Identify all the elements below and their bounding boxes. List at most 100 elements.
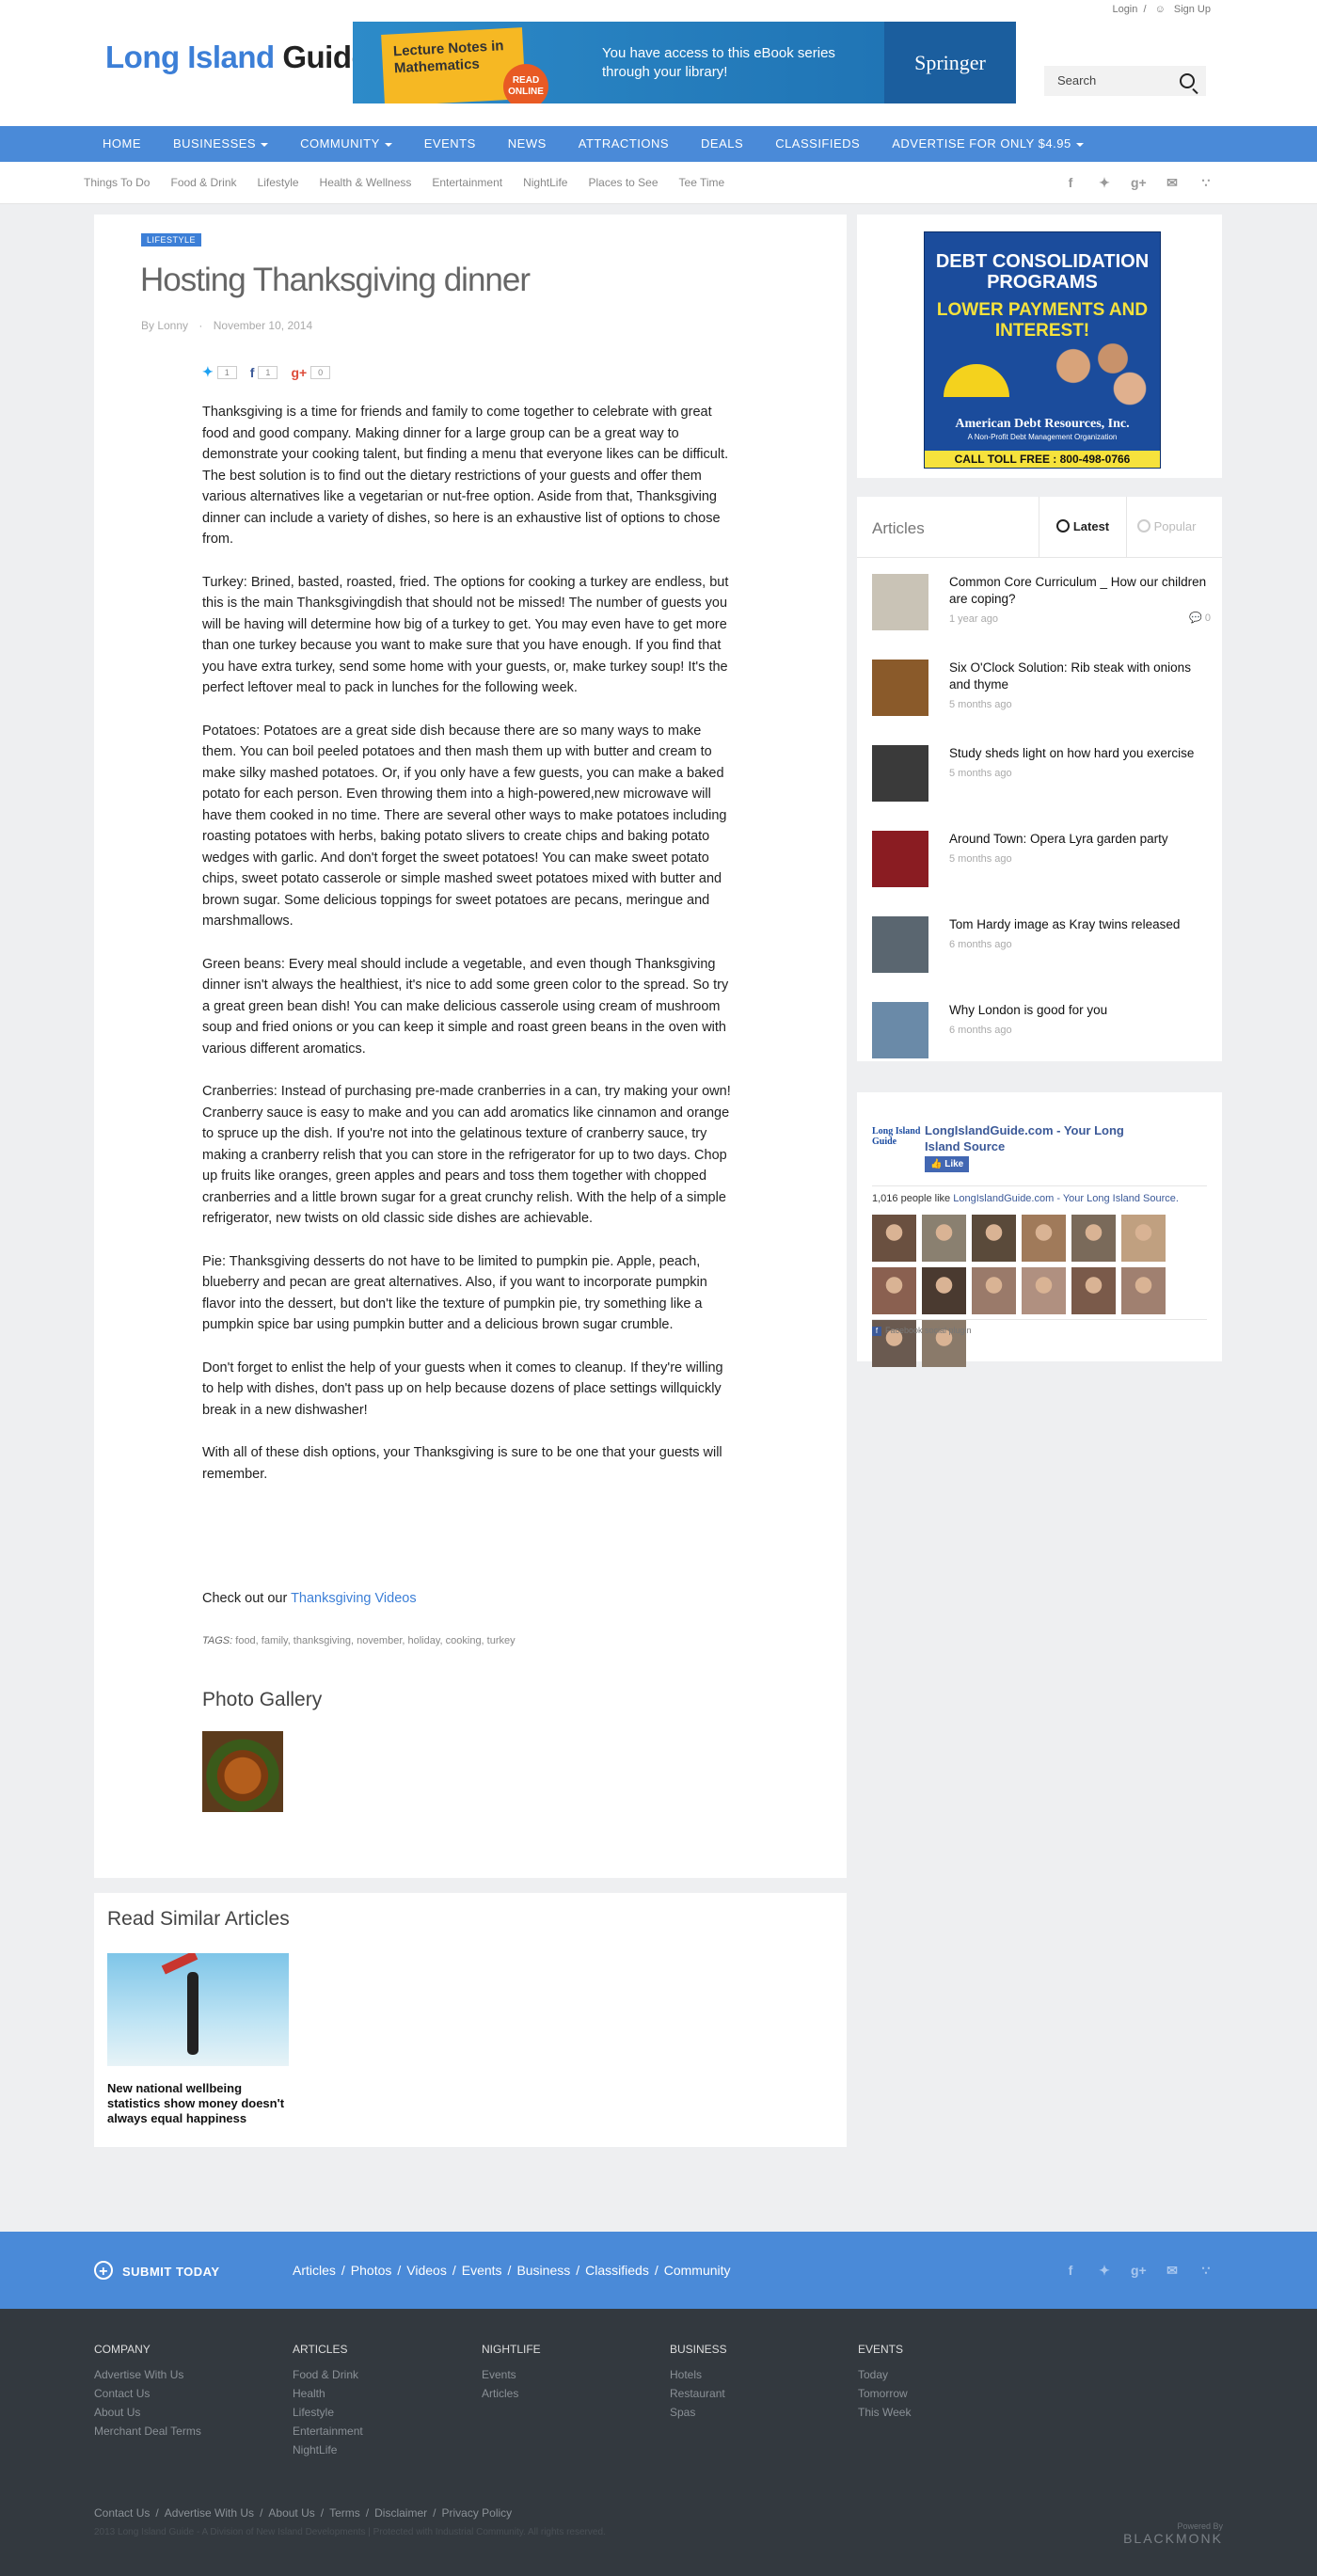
fan-avatar[interactable] [1071,1215,1116,1262]
fan-avatar[interactable] [922,1267,966,1314]
footer-bottom-link[interactable]: Privacy Policy [441,2506,512,2520]
submit-today-button[interactable]: + SUBMIT TODAY [94,2261,220,2280]
search-icon[interactable] [1180,73,1195,88]
footer-link[interactable]: About Us [94,2403,201,2422]
footer-link[interactable]: This Week [858,2403,911,2422]
tab-latest[interactable]: Latest [1039,497,1127,557]
footer-bottom-link[interactable]: About Us [268,2506,314,2520]
article-list-item[interactable]: Common Core Curriculum _ How our childre… [872,574,1211,660]
fan-avatar[interactable] [872,1215,916,1262]
powered-by[interactable]: Powered By BLACKMONK [1123,2521,1223,2546]
tags-list[interactable]: food, family, thanksgiving, november, ho… [235,1635,515,1646]
footer-link[interactable]: Hotels [670,2365,727,2384]
fb-page-name[interactable]: LongIslandGuide.com - Your Long Island S… [925,1122,1141,1154]
article-list-title[interactable]: Why London is good for you [949,1002,1209,1019]
footer-section-link[interactable]: Business [516,2263,570,2278]
footer-section-link[interactable]: Photos [351,2263,392,2278]
article-thumbnail[interactable] [872,831,928,887]
footer-link[interactable]: Contact Us [94,2384,201,2403]
footer-link[interactable]: Restaurant [670,2384,727,2403]
nav-item[interactable]: CLASSIFIEDS [759,126,876,162]
article-list-title[interactable]: Around Town: Opera Lyra garden party [949,831,1209,848]
signup-link[interactable]: ☺ Sign Up [1152,4,1214,15]
footer-link[interactable]: Advertise With Us [94,2365,201,2384]
nav-item[interactable]: BUSINESSES [157,126,284,162]
footer-link[interactable]: NightLife [293,2441,363,2459]
google-share[interactable]: g+ 0 [291,364,331,380]
site-logo[interactable]: Long Island Guide [105,40,369,75]
debt-ad[interactable]: DEBT CONSOLIDATION PROGRAMS LOWER PAYMEN… [924,231,1161,469]
category-nav-item[interactable]: Tee Time [669,162,736,203]
gallery-thumbnail[interactable] [202,1731,283,1812]
footer-link[interactable]: Food & Drink [293,2365,363,2384]
rss-icon[interactable]: ∵ [1198,175,1214,190]
article-list-item[interactable]: Study sheds light on how hard you exerci… [872,745,1211,831]
footer-section-link[interactable]: Videos [406,2263,447,2278]
fan-avatar[interactable] [972,1215,1016,1262]
fan-avatar[interactable] [1071,1267,1116,1314]
twitter-icon[interactable]: ✦ [1097,175,1112,190]
banner-ad[interactable]: Lecture Notes in Mathematics READ ONLINE… [353,22,1016,103]
article-list-item[interactable]: Why London is good for you 6 months ago [872,1002,1211,1088]
nav-item[interactable]: COMMUNITY [284,126,408,162]
category-nav-item[interactable]: Health & Wellness [309,162,422,203]
article-list-item[interactable]: Tom Hardy image as Kray twins released 6 … [872,916,1211,1002]
similar-article-image[interactable] [107,1953,289,2066]
footer-link[interactable]: Articles [482,2384,541,2403]
fb-plugin-label[interactable]: f Facebook social plugin [872,1326,972,1336]
category-nav-item[interactable]: Lifestyle [247,162,309,203]
footer-section-link[interactable]: Classifieds [585,2263,649,2278]
footer-link[interactable]: Tomorrow [858,2384,911,2403]
footer-link[interactable]: Events [482,2365,541,2384]
fb-count-link[interactable]: LongIslandGuide.com - Your Long Island S… [953,1193,1179,1204]
tab-popular[interactable]: Popular [1125,497,1208,557]
fan-avatar[interactable] [1022,1215,1066,1262]
footer-section-link[interactable]: Community [664,2263,731,2278]
article-thumbnail[interactable] [872,745,928,802]
footer-link[interactable]: Merchant Deal Terms [94,2422,201,2441]
article-author[interactable]: By Lonny [141,319,188,332]
fb-like-button[interactable]: 👍 Like [925,1156,970,1172]
footer-link[interactable]: Lifestyle [293,2403,363,2422]
twitter-share[interactable]: ✦ 1 [202,364,237,380]
fb-page-logo[interactable]: Long Island Guide [872,1126,921,1156]
footer-bottom-link[interactable]: Contact Us [94,2506,150,2520]
footer-bottom-link[interactable]: Advertise With Us [165,2506,254,2520]
category-badge[interactable]: LIFESTYLE [141,233,202,246]
article-thumbnail[interactable] [872,1002,928,1058]
nav-item[interactable]: EVENTS [408,126,492,162]
article-list-title[interactable]: Tom Hardy image as Kray twins released [949,916,1209,933]
footer-link[interactable]: Health [293,2384,363,2403]
article-thumbnail[interactable] [872,574,928,630]
twitter-icon[interactable]: ✦ [1097,2263,1112,2278]
nav-item[interactable]: ATTRACTIONS [563,126,685,162]
article-list-item[interactable]: Around Town: Opera Lyra garden party 5 mo… [872,831,1211,916]
fan-avatar[interactable] [872,1267,916,1314]
facebook-icon[interactable]: f [1063,175,1078,190]
login-link[interactable]: Login [1112,4,1137,15]
similar-article-title[interactable]: New national wellbeing statistics show m… [107,2081,295,2126]
footer-section-link[interactable]: Events [462,2263,502,2278]
fan-avatar[interactable] [922,1215,966,1262]
thanksgiving-videos-link[interactable]: Thanksgiving Videos [291,1591,417,1606]
article-list-item[interactable]: Six O'Clock Solution: Rib steak with oni… [872,660,1211,745]
category-nav-item[interactable]: Food & Drink [160,162,246,203]
footer-link[interactable]: Entertainment [293,2422,363,2441]
fan-avatar[interactable] [1121,1215,1166,1262]
article-list-title[interactable]: Study sheds light on how hard you exerci… [949,745,1209,762]
fan-avatar[interactable] [1022,1267,1066,1314]
footer-link[interactable]: Spas [670,2403,727,2422]
nav-item[interactable]: DEALS [685,126,759,162]
email-icon[interactable]: ✉ [1165,175,1180,190]
article-thumbnail[interactable] [872,660,928,716]
nav-item[interactable]: ADVERTISE FOR ONLY $4.95 [876,126,1099,162]
category-nav-item[interactable]: Things To Do [73,162,160,203]
google-plus-icon[interactable]: g+ [1131,2263,1147,2278]
category-nav-item[interactable]: Places to See [578,162,668,203]
google-plus-icon[interactable]: g+ [1131,175,1147,190]
article-list-title[interactable]: Six O'Clock Solution: Rib steak with oni… [949,660,1209,693]
nav-item[interactable]: HOME [87,126,157,162]
category-nav-item[interactable]: NightLife [513,162,578,203]
category-nav-item[interactable]: Entertainment [421,162,513,203]
article-list-title[interactable]: Common Core Curriculum _ How our childre… [949,574,1209,608]
